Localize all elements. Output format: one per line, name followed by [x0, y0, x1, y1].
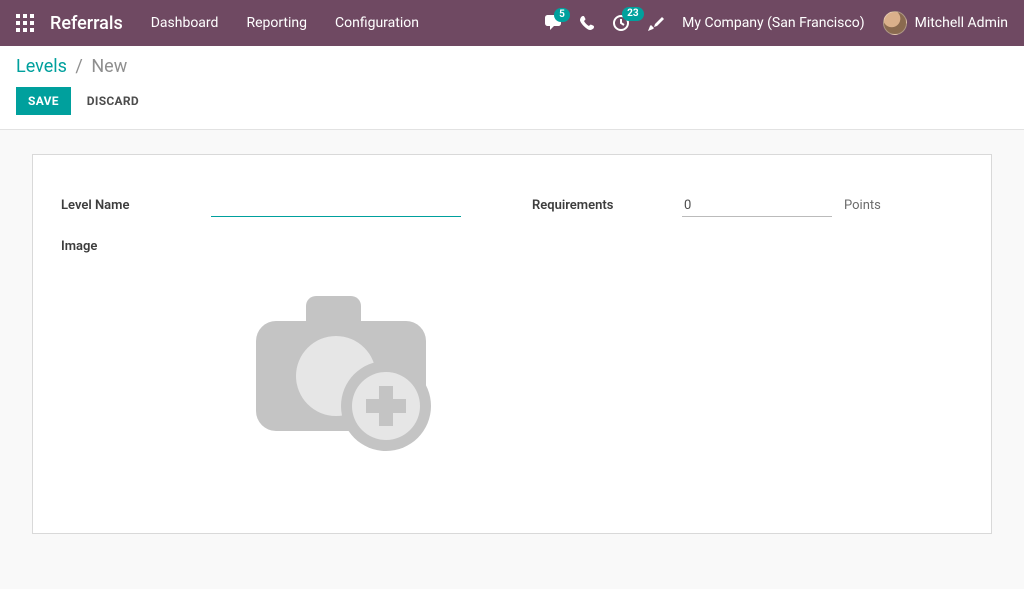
systray: 5 23 My Company (San Francisco) Mitchell…: [544, 11, 1008, 35]
user-menu[interactable]: Mitchell Admin: [883, 11, 1008, 35]
requirements-group: Requirements Points: [532, 195, 963, 217]
breadcrumb-root[interactable]: Levels: [16, 56, 67, 77]
phone-icon[interactable]: [580, 16, 594, 30]
app-name[interactable]: Referrals: [50, 13, 123, 34]
level-name-group: Level Name: [61, 195, 492, 217]
level-name-label: Level Name: [61, 198, 211, 213]
apps-icon[interactable]: [16, 14, 34, 32]
nav-dashboard[interactable]: Dashboard: [151, 15, 219, 31]
messages-icon[interactable]: 5: [544, 15, 562, 31]
breadcrumb-current: New: [91, 56, 127, 77]
breadcrumb: Levels / New: [16, 56, 1008, 77]
messages-badge: 5: [554, 8, 570, 22]
nav-configuration[interactable]: Configuration: [335, 15, 419, 31]
points-label: Points: [844, 198, 881, 213]
breadcrumb-separator: /: [75, 56, 82, 77]
image-group: Image: [61, 239, 492, 254]
image-label: Image: [61, 239, 211, 254]
user-name: Mitchell Admin: [915, 15, 1008, 31]
form-row-2: Image: [61, 239, 963, 254]
cp-buttons: SAVE DISCARD: [16, 87, 1008, 115]
topbar: Referrals Dashboard Reporting Configurat…: [0, 0, 1024, 46]
level-name-input[interactable]: [211, 195, 461, 217]
form-row-1: Level Name Requirements Points: [61, 195, 963, 217]
nav-reporting[interactable]: Reporting: [246, 15, 307, 31]
activity-icon[interactable]: 23: [612, 14, 630, 32]
form-sheet: Level Name Requirements Points Image: [32, 154, 992, 534]
company-switcher[interactable]: My Company (San Francisco): [682, 15, 864, 31]
discard-button[interactable]: DISCARD: [87, 94, 139, 108]
control-panel: Levels / New SAVE DISCARD: [0, 46, 1024, 130]
save-button[interactable]: SAVE: [16, 87, 71, 115]
activity-badge: 23: [622, 7, 643, 21]
requirements-input[interactable]: [682, 195, 832, 217]
image-upload[interactable]: [211, 276, 471, 456]
tools-icon[interactable]: [648, 15, 664, 31]
nav-links: Dashboard Reporting Configuration: [151, 15, 419, 31]
requirements-label: Requirements: [532, 198, 682, 213]
sheet-wrap: Level Name Requirements Points Image: [0, 130, 1024, 558]
avatar: [883, 11, 907, 35]
